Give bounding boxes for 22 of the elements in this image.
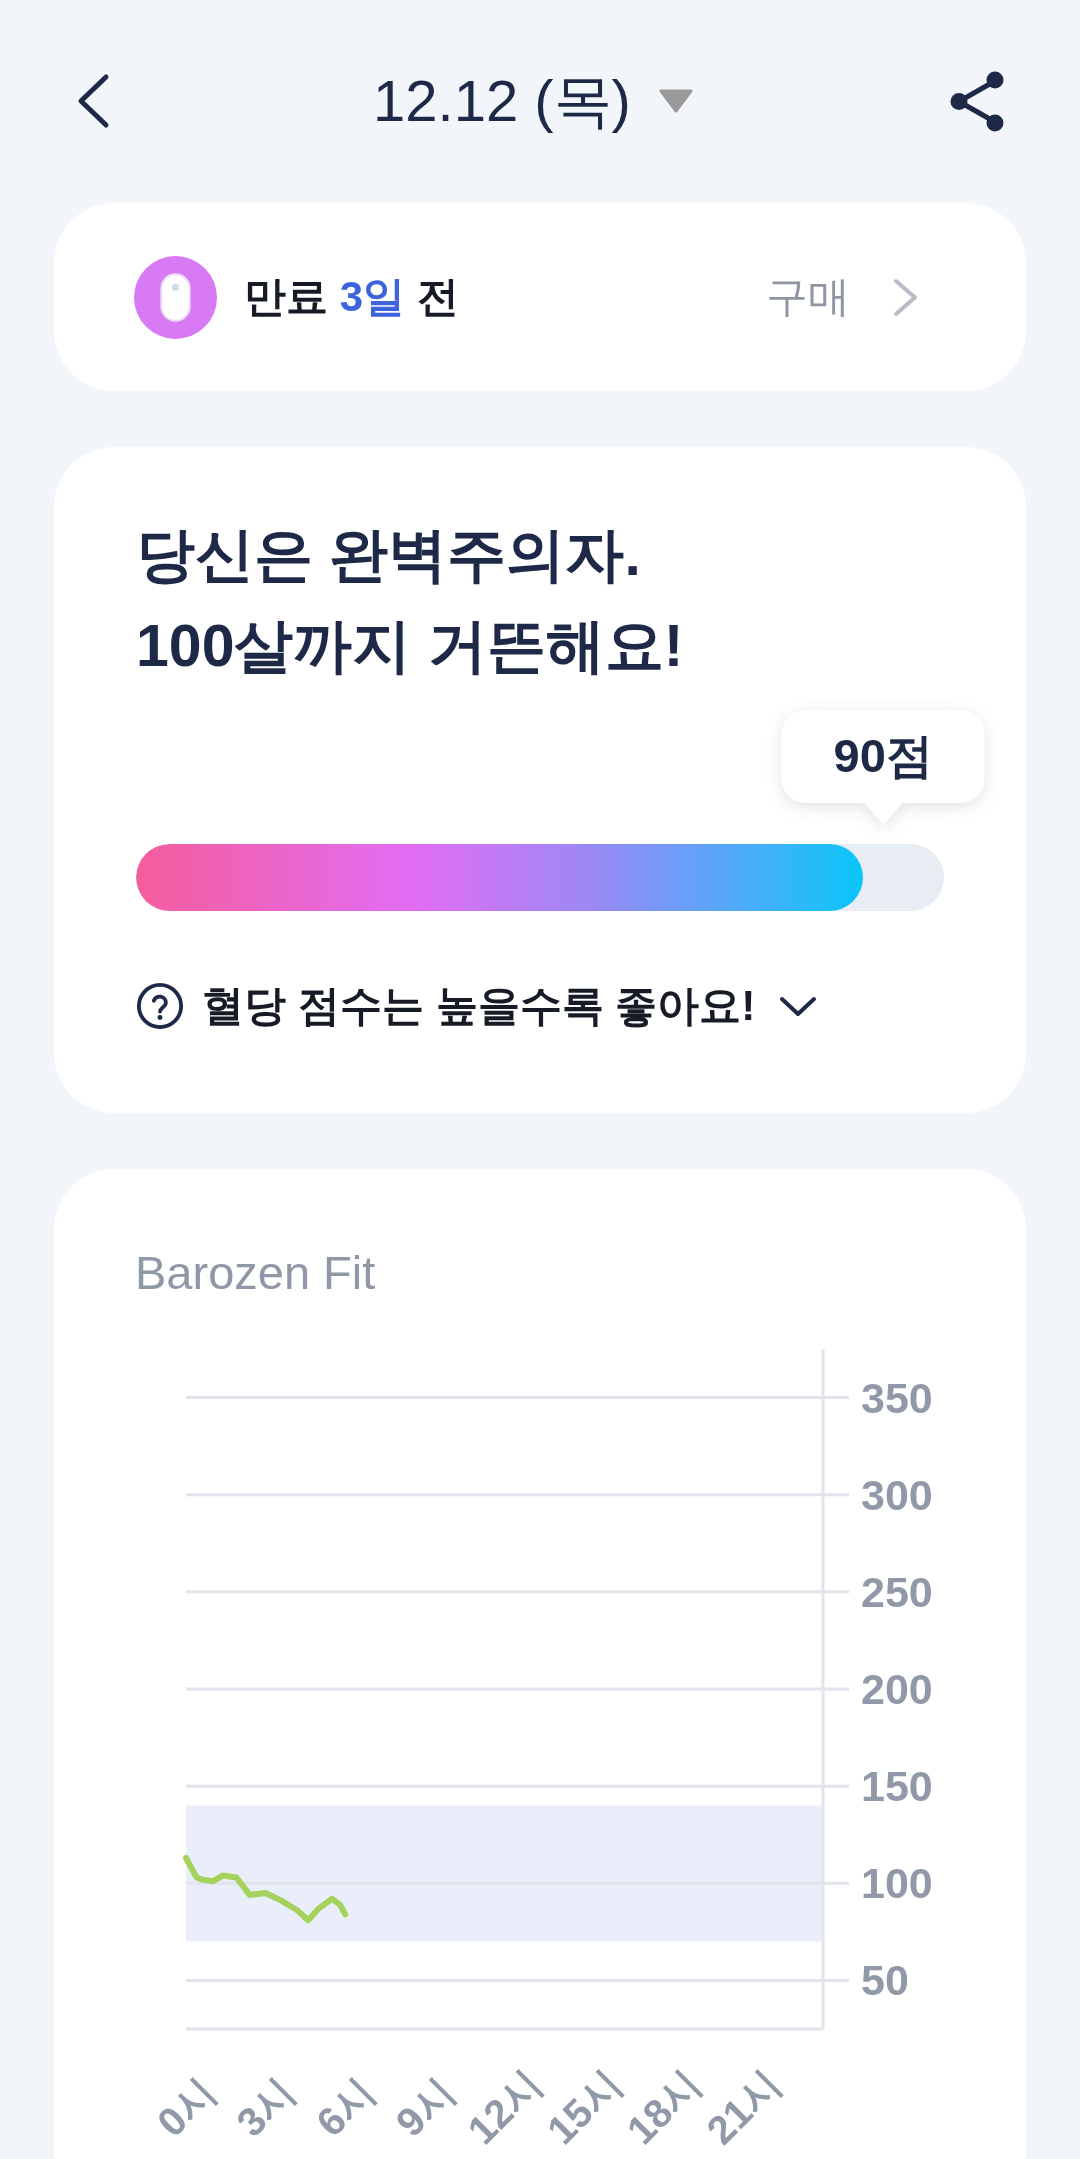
chevron-right-icon [892,276,919,318]
y-axis-label: 350 [861,1373,933,1422]
expiry-text: 만료 3일 전 [244,272,459,322]
y-axis-label: 150 [861,1762,933,1811]
y-axis-label: 200 [861,1665,933,1713]
score-help-toggle[interactable]: 혈당 점수는 높을수록 좋아요! [136,976,818,1036]
x-axis-label: 6시 [307,2069,383,2145]
y-axis-label: 100 [861,1859,933,1908]
y-axis-label: 50 [861,1956,909,2005]
date-picker-button[interactable]: 12.12 (목) [373,66,693,136]
y-axis-label: 250 [861,1567,933,1616]
x-axis-label: 3시 [228,2069,304,2145]
share-icon [950,70,1004,132]
x-axis-label: 9시 [387,2069,463,2145]
y-axis-label: 300 [861,1470,933,1519]
caret-down-icon [658,89,693,113]
device-icon [134,255,217,339]
score-headline: 당신은 완벽주의자. 100살까지 거뜬해요! [136,521,684,681]
x-axis-label: 0시 [148,2069,224,2145]
chart-title: Barozen Fit [135,1246,376,1299]
help-icon [136,982,184,1030]
share-button[interactable] [950,70,1004,132]
